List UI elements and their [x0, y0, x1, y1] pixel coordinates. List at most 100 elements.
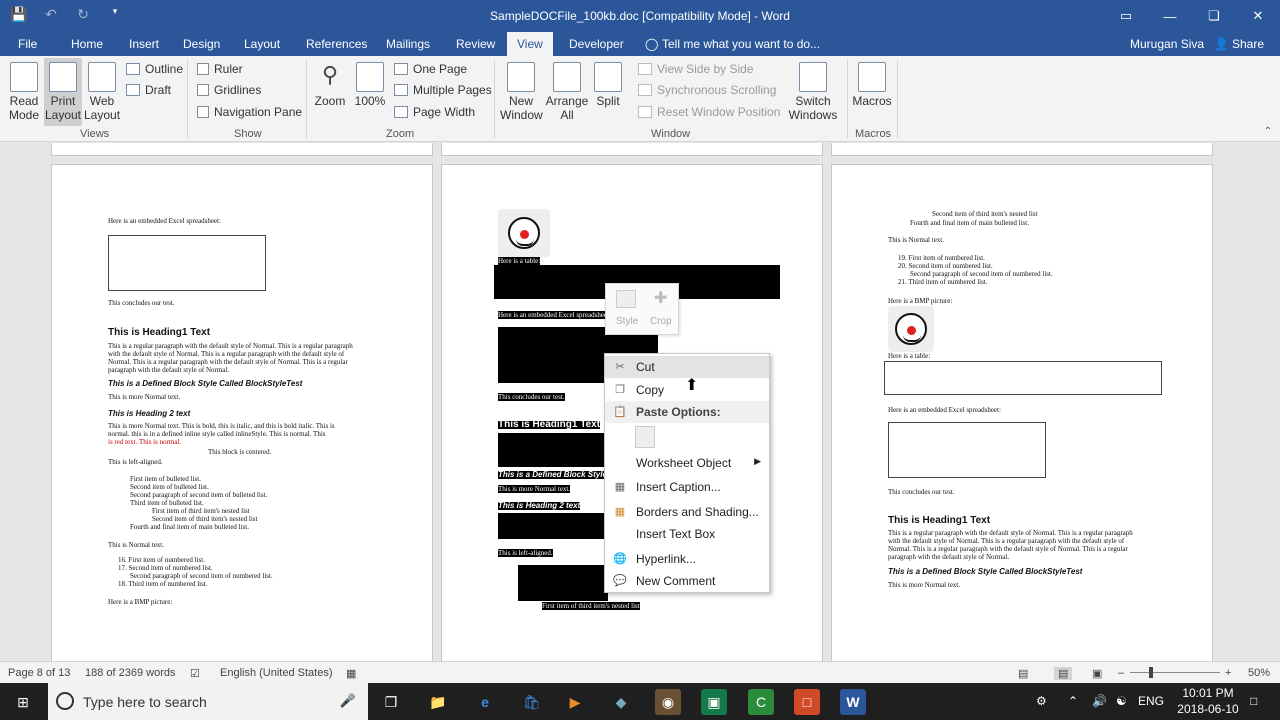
edge-icon[interactable]: e	[472, 689, 498, 715]
tab-review[interactable]: Review	[456, 37, 495, 51]
media-player-icon[interactable]: ▶	[562, 689, 588, 715]
page-right[interactable]: Second item of third item's nested list …	[831, 164, 1213, 661]
paragraph: paragraph with the default style of Norm…	[108, 366, 230, 374]
navigation-pane-checkbox[interactable]: Navigation Pane	[197, 105, 302, 119]
app-icon[interactable]: ◆	[608, 689, 634, 715]
page-width-button[interactable]: Page Width	[394, 105, 475, 119]
read-mode-view-icon[interactable]: ▤	[1018, 667, 1028, 680]
zoom-in-button[interactable]: +	[1225, 667, 1231, 679]
arrange-all-button[interactable]: Arrange All	[544, 62, 590, 122]
store-icon[interactable]: 🛍	[519, 689, 545, 715]
taskbar-search[interactable]: Type here to search 🎤	[48, 683, 368, 720]
show-hidden-icons[interactable]: ⌃	[1068, 694, 1078, 708]
minimize-button[interactable]: —	[1148, 0, 1192, 32]
heading1: This is Heading1 Text	[108, 327, 211, 338]
zoom-percentage[interactable]: 50%	[1248, 667, 1270, 679]
zoom-100-button[interactable]: 100%	[352, 62, 388, 108]
tab-design[interactable]: Design	[183, 37, 220, 51]
paragraph: normal. this is in a defined inline styl…	[108, 430, 326, 438]
clock-time[interactable]: 10:01 PM	[1178, 686, 1238, 700]
tell-me-input[interactable]: Tell me what you want to do...	[662, 37, 820, 51]
menu-item-new-comment[interactable]: 💬 New Comment	[605, 570, 769, 592]
one-page-button[interactable]: One Page	[394, 62, 467, 76]
user-name[interactable]: Murugan Siva	[1130, 37, 1204, 51]
tab-file[interactable]: File	[18, 37, 37, 51]
ruler-checkbox[interactable]: Ruler	[197, 62, 243, 76]
word-count[interactable]: 188 of 2369 words	[85, 667, 176, 679]
list-item: First item of third item's nested list	[152, 507, 250, 515]
outline-button[interactable]: Outline	[126, 62, 183, 76]
microphone-icon[interactable]: 🎤	[340, 693, 356, 709]
tab-mailings[interactable]: Mailings	[386, 37, 430, 51]
web-layout-view-icon[interactable]: ▣	[1092, 667, 1102, 680]
excel-object[interactable]	[888, 422, 1046, 478]
chrome-icon[interactable]: ◉	[655, 689, 681, 715]
tab-view[interactable]: View	[507, 32, 553, 56]
menu-item-insert-text-box[interactable]: Insert Text Box	[605, 523, 769, 545]
app-icon[interactable]: ▣	[701, 689, 727, 715]
page-count[interactable]: Page 8 of 13	[8, 667, 70, 679]
menu-item-borders-shading[interactable]: ▦ Borders and Shading...	[605, 501, 769, 523]
windows-start-icon[interactable]: ⊞	[10, 689, 36, 715]
excel-object[interactable]	[108, 235, 266, 291]
macros-button[interactable]: Macros	[852, 62, 892, 108]
list-item: First item of third item's nested list	[542, 602, 640, 610]
clown-picture[interactable]	[888, 306, 934, 352]
multiple-pages-button[interactable]: Multiple Pages	[394, 83, 492, 97]
tab-insert[interactable]: Insert	[129, 37, 159, 51]
language-indicator[interactable]: English (United States)	[220, 667, 333, 679]
view-side-by-side-button[interactable]: View Side by Side	[638, 62, 754, 76]
notifications-icon[interactable]: □	[1250, 694, 1257, 708]
menu-item-worksheet-object[interactable]: Worksheet Object ▶	[605, 452, 769, 474]
print-layout-button[interactable]: Print Layout	[44, 58, 82, 126]
reset-window-position-button[interactable]: Reset Window Position	[638, 105, 780, 119]
paragraph: paragraph with the default style of Norm…	[888, 553, 1010, 561]
paragraph: This is left-aligned.	[498, 549, 553, 557]
clown-picture[interactable]	[498, 209, 550, 257]
word-icon[interactable]: W	[840, 689, 866, 715]
volume-icon[interactable]: 🔊	[1092, 694, 1107, 708]
paste-keep-formatting-icon[interactable]	[635, 426, 655, 448]
camtasia-icon[interactable]: C	[748, 689, 774, 715]
page-left[interactable]: Here is an embedded Excel spreadsheet: T…	[51, 164, 433, 661]
macro-record-icon[interactable]: ▦	[346, 667, 356, 680]
tab-layout[interactable]: Layout	[244, 37, 280, 51]
task-view-icon[interactable]: ❐	[378, 689, 404, 715]
read-mode-button[interactable]: Read Mode	[6, 62, 42, 122]
tab-references[interactable]: References	[306, 37, 367, 51]
clock-date[interactable]: 2018-06-10	[1172, 702, 1244, 716]
print-layout-view-icon[interactable]: ▤	[1054, 667, 1073, 680]
proofing-icon[interactable]: ☑	[190, 667, 200, 680]
share-button[interactable]: Share	[1232, 37, 1264, 51]
web-layout-icon	[88, 62, 116, 92]
zoom-slider-track[interactable]	[1130, 672, 1220, 673]
language-indicator[interactable]: ENG	[1138, 694, 1164, 708]
style-button[interactable]: Style	[616, 316, 638, 327]
switch-windows-button[interactable]: Switch Windows	[784, 62, 842, 122]
draft-icon	[126, 84, 140, 96]
wifi-icon[interactable]: ☯	[1116, 694, 1127, 708]
maximize-button[interactable]: ❏	[1192, 0, 1236, 32]
new-window-button[interactable]: New Window	[500, 62, 543, 122]
ribbon-display-options-icon[interactable]: ▭	[1104, 0, 1148, 32]
menu-item-hyperlink[interactable]: 🌐 Hyperlink...	[605, 548, 769, 570]
tab-developer[interactable]: Developer	[569, 37, 624, 51]
collapse-ribbon-icon[interactable]: ⌃	[1264, 126, 1272, 137]
menu-item-insert-caption[interactable]: ▦ Insert Caption...	[605, 476, 769, 498]
sports-table[interactable]	[884, 361, 1162, 395]
close-button[interactable]: ✕	[1236, 0, 1280, 32]
web-layout-button[interactable]: Web Layout	[84, 62, 120, 122]
gridlines-checkbox[interactable]: Gridlines	[197, 83, 261, 97]
file-explorer-icon[interactable]: 📁	[425, 689, 451, 715]
tab-home[interactable]: Home	[71, 37, 103, 51]
app-icon[interactable]: □	[794, 689, 820, 715]
split-button[interactable]: Split	[592, 62, 624, 108]
zoom-slider-thumb[interactable]	[1149, 667, 1153, 678]
crop-button[interactable]: Crop	[650, 316, 672, 327]
zoom-button[interactable]: ⚲ Zoom	[312, 62, 348, 108]
paragraph: Here is an embedded Excel spreadsheet:	[498, 311, 611, 319]
synchronous-scrolling-button[interactable]: Synchronous Scrolling	[638, 83, 776, 97]
draft-button[interactable]: Draft	[126, 83, 171, 97]
zoom-out-button[interactable]: –	[1118, 667, 1124, 679]
people-icon[interactable]: ⚙	[1036, 694, 1047, 708]
